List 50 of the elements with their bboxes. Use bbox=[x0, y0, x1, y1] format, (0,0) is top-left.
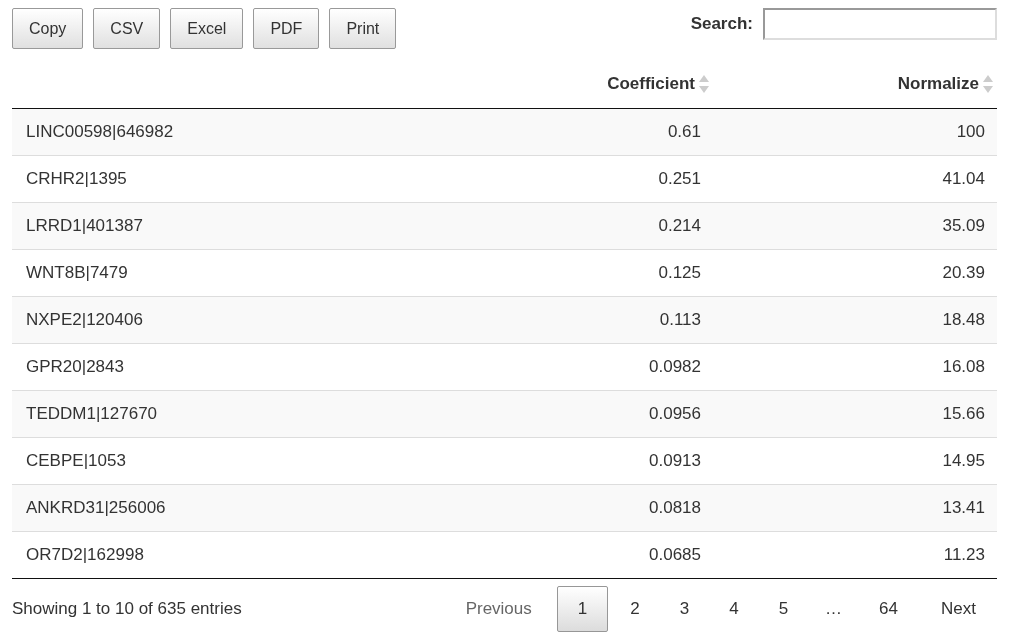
column-header[interactable]: Coefficient bbox=[607, 74, 695, 94]
table-cell: GPR20|2843 bbox=[26, 357, 124, 376]
export-button[interactable]: Print bbox=[329, 8, 397, 49]
table-info: Showing 1 to 10 of 635 entries bbox=[12, 599, 242, 619]
table-cell: NXPE2|120406 bbox=[26, 310, 143, 329]
export-button[interactable]: PDF bbox=[253, 8, 320, 49]
table-cell: 0.0956 bbox=[649, 404, 701, 423]
table-cell: 41.04 bbox=[942, 169, 985, 188]
table-cell: OR7D2|162998 bbox=[26, 545, 144, 564]
table-cell: 35.09 bbox=[942, 216, 985, 235]
table-cell: 20.39 bbox=[942, 263, 985, 282]
page-button[interactable]: 2 bbox=[612, 586, 658, 632]
table-cell: 100 bbox=[956, 122, 985, 141]
table-cell: ANKRD31|256006 bbox=[26, 498, 166, 517]
export-button[interactable]: Copy bbox=[12, 8, 84, 49]
page-button[interactable]: 3 bbox=[661, 586, 708, 632]
page-button[interactable]: 64 bbox=[861, 586, 917, 632]
table-cell: CRHR2|1395 bbox=[26, 169, 127, 188]
sort-icon[interactable] bbox=[983, 74, 993, 94]
table-cell: 0.0982 bbox=[649, 357, 701, 376]
table-cell: 18.48 bbox=[942, 310, 985, 329]
table-cell: WNT8B|7479 bbox=[26, 263, 128, 282]
table-cell: 11.23 bbox=[943, 545, 985, 564]
table-cell: 13.41 bbox=[942, 498, 985, 517]
table-cell: 0.125 bbox=[658, 263, 701, 282]
pagination-ellipsis: … bbox=[824, 598, 844, 620]
table-cell: TEDDM1|127670 bbox=[26, 404, 158, 423]
table-cell: 0.113 bbox=[659, 310, 701, 329]
table-cell: 15.66 bbox=[942, 404, 985, 423]
export-button[interactable]: CSV bbox=[93, 8, 161, 49]
export-button[interactable]: Excel bbox=[170, 8, 244, 49]
page-button[interactable]: 4 bbox=[711, 586, 757, 632]
table-cell: 0.0818 bbox=[649, 498, 701, 517]
table-cell: 16.08 bbox=[942, 357, 985, 376]
table-cell: CEBPE|1053 bbox=[26, 451, 126, 470]
table-cell: 0.214 bbox=[658, 216, 701, 235]
table-cell: 0.251 bbox=[658, 169, 701, 188]
sort-icon[interactable] bbox=[699, 74, 709, 94]
table-cell: 0.0913 bbox=[649, 451, 701, 470]
table-cell: 0.0685 bbox=[649, 545, 701, 564]
table-cell: LRRD1|401387 bbox=[26, 216, 143, 235]
page-button[interactable]: 1 bbox=[556, 586, 609, 632]
pagination-button[interactable]: Next bbox=[920, 586, 997, 632]
table-cell: 0.61 bbox=[667, 122, 701, 141]
search-label: Search: bbox=[690, 14, 753, 34]
table-cell: LINC00598|646982 bbox=[26, 122, 174, 141]
search-field[interactable] bbox=[763, 8, 997, 40]
column-header[interactable]: Normalize bbox=[897, 74, 979, 94]
table-cell: 14.95 bbox=[942, 451, 985, 470]
page-button[interactable]: 5 bbox=[760, 586, 807, 632]
